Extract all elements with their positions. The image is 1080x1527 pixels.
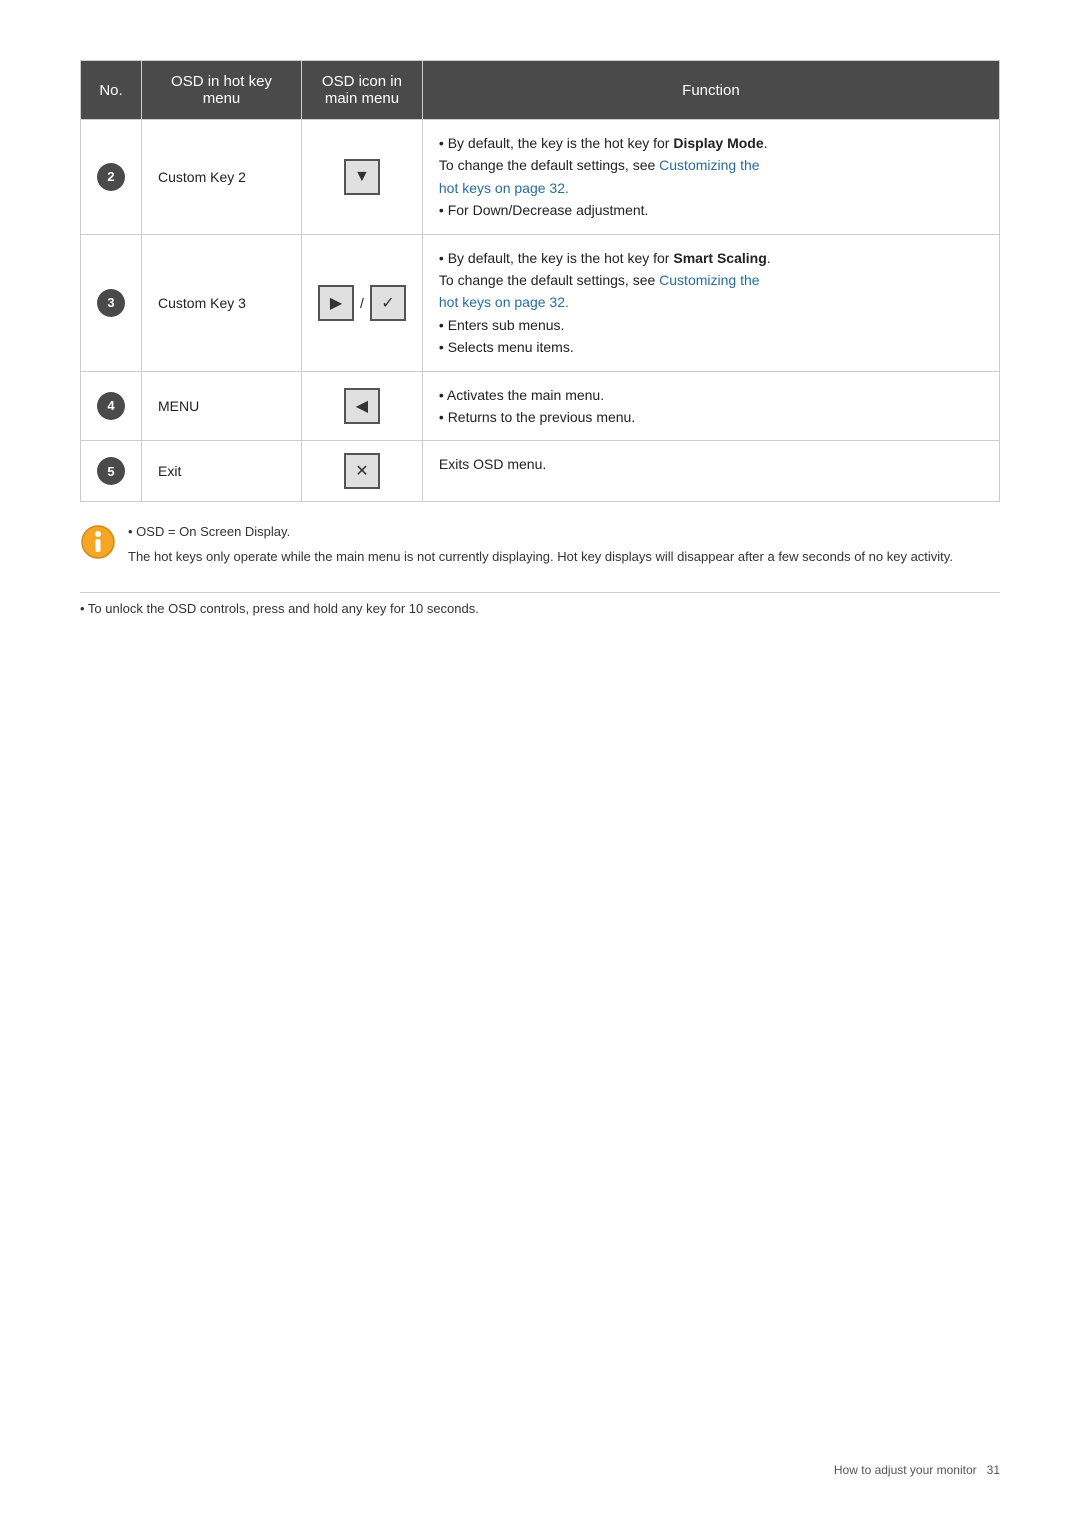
table-row: 5 Exit ✕ Exits OSD menu. bbox=[81, 441, 1000, 502]
row-number: 2 bbox=[81, 120, 142, 235]
check-icon: ✓ bbox=[370, 285, 406, 321]
col-header-osd-icon: OSD icon in main menu bbox=[302, 61, 423, 120]
table-row: 4 MENU ◀ Activates the main menu. Return… bbox=[81, 371, 1000, 441]
icon-pair: ▶ / ✓ bbox=[318, 285, 406, 321]
x-mark-icon: ✕ bbox=[344, 453, 380, 489]
function-list: By default, the key is the hot key for D… bbox=[439, 132, 983, 222]
function-list: Activates the main menu. Returns to the … bbox=[439, 384, 983, 429]
footer-page: 31 bbox=[987, 1463, 1000, 1477]
osd-hotkey-label: MENU bbox=[158, 398, 199, 414]
note-text-block: • OSD = On Screen Display. The hot keys … bbox=[128, 522, 953, 572]
function-cell: Exits OSD menu. bbox=[422, 441, 999, 502]
osd-icon-cell: ▶ / ✓ bbox=[302, 234, 423, 371]
footer-text: How to adjust your monitor bbox=[834, 1463, 977, 1477]
note-section: • OSD = On Screen Display. The hot keys … bbox=[80, 522, 1000, 572]
function-cell: By default, the key is the hot key for D… bbox=[422, 120, 999, 235]
info-icon bbox=[80, 524, 116, 560]
function-item: By default, the key is the hot key for D… bbox=[439, 132, 983, 199]
bold-label: Display Mode bbox=[673, 135, 763, 151]
bold-label: Smart Scaling bbox=[673, 250, 766, 266]
note-line1: • OSD = On Screen Display. bbox=[128, 522, 953, 543]
osd-hotkey-label: Custom Key 2 bbox=[158, 169, 246, 185]
row-number: 5 bbox=[81, 441, 142, 502]
function-cell: By default, the key is the hot key for S… bbox=[422, 234, 999, 371]
number-badge: 3 bbox=[97, 289, 125, 317]
unlock-note: • To unlock the OSD controls, press and … bbox=[80, 592, 1000, 616]
play-icon: ▶ bbox=[318, 285, 354, 321]
row-number: 3 bbox=[81, 234, 142, 371]
osd-icon-cell: ✕ bbox=[302, 441, 423, 502]
slash-separator: / bbox=[360, 295, 364, 311]
osd-hotkey-cell: Exit bbox=[142, 441, 302, 502]
number-badge: 2 bbox=[97, 163, 125, 191]
note-line2: The hot keys only operate while the main… bbox=[128, 547, 953, 568]
table-row: 3 Custom Key 3 ▶ / ✓ By default, the key… bbox=[81, 234, 1000, 371]
page-footer: How to adjust your monitor 31 bbox=[834, 1463, 1000, 1477]
osd-icon-cell: ▼ bbox=[302, 120, 423, 235]
unlock-note-text: • To unlock the OSD controls, press and … bbox=[80, 601, 479, 616]
function-item: By default, the key is the hot key for S… bbox=[439, 247, 983, 314]
col-header-function: Function bbox=[422, 61, 999, 120]
down-arrow-icon: ▼ bbox=[344, 159, 380, 195]
function-item: Enters sub menus. bbox=[439, 314, 983, 336]
function-text: Exits OSD menu. bbox=[439, 456, 546, 472]
link-text: Customizing thehot keys on page 32. bbox=[439, 272, 760, 310]
function-item: Selects menu items. bbox=[439, 336, 983, 358]
row-number: 4 bbox=[81, 371, 142, 441]
col-header-no: No. bbox=[81, 61, 142, 120]
main-table: No. OSD in hot key menu OSD icon in main… bbox=[80, 60, 1000, 502]
osd-hotkey-cell: MENU bbox=[142, 371, 302, 441]
osd-icon-cell: ◀ bbox=[302, 371, 423, 441]
function-list: By default, the key is the hot key for S… bbox=[439, 247, 983, 359]
table-row: 2 Custom Key 2 ▼ By default, the key is … bbox=[81, 120, 1000, 235]
osd-hotkey-cell: Custom Key 3 bbox=[142, 234, 302, 371]
col-header-osd-hotkey: OSD in hot key menu bbox=[142, 61, 302, 120]
osd-hotkey-label: Custom Key 3 bbox=[158, 295, 246, 311]
osd-hotkey-label: Exit bbox=[158, 463, 181, 479]
number-badge: 4 bbox=[97, 392, 125, 420]
left-arrow-icon: ◀ bbox=[344, 388, 380, 424]
link-text: Customizing thehot keys on page 32. bbox=[439, 157, 760, 195]
function-item: Activates the main menu. bbox=[439, 384, 983, 406]
osd-hotkey-cell: Custom Key 2 bbox=[142, 120, 302, 235]
function-item: Returns to the previous menu. bbox=[439, 406, 983, 428]
function-item: For Down/Decrease adjustment. bbox=[439, 199, 983, 221]
function-cell: Activates the main menu. Returns to the … bbox=[422, 371, 999, 441]
number-badge: 5 bbox=[97, 457, 125, 485]
